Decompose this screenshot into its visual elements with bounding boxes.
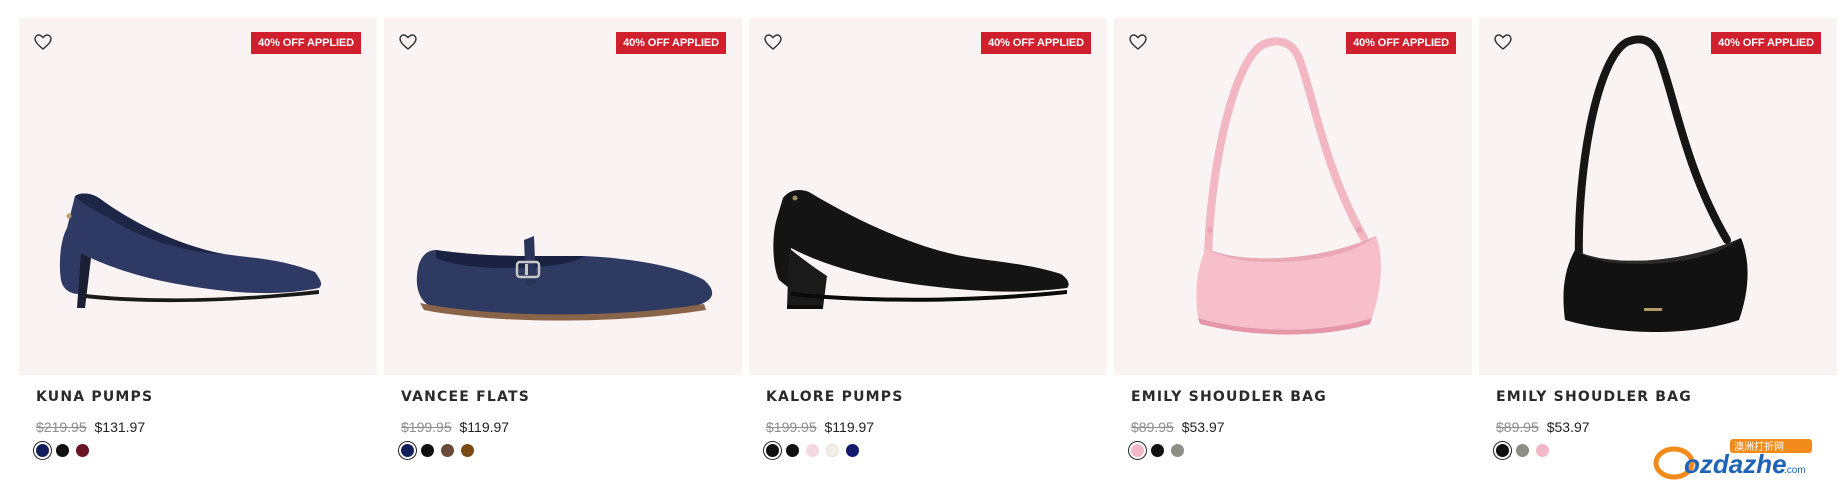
color-swatch[interactable] (421, 444, 434, 457)
wishlist-heart-icon[interactable] (1128, 32, 1148, 52)
color-swatch[interactable] (1496, 444, 1509, 457)
sale-price: $53.97 (1181, 419, 1225, 435)
color-swatch[interactable] (441, 444, 454, 457)
color-swatch[interactable] (36, 444, 49, 457)
color-swatch[interactable] (786, 444, 799, 457)
svg-text:澳洲打折网: 澳洲打折网 (1734, 440, 1784, 453)
original-price: $199.95 (766, 419, 817, 435)
color-swatches (1131, 444, 1472, 457)
color-swatch[interactable] (1516, 444, 1529, 457)
product-name[interactable]: EMILY SHOUDLER BAG (1131, 389, 1327, 405)
color-swatch[interactable] (56, 444, 69, 457)
color-swatch[interactable] (826, 444, 839, 457)
wishlist-heart-icon[interactable] (33, 32, 53, 52)
discount-badge: 40% OFF APPLIED (981, 32, 1091, 54)
color-swatch[interactable] (401, 444, 414, 457)
color-swatch[interactable] (846, 444, 859, 457)
product-name[interactable]: VANCEE FLATS (401, 389, 530, 405)
product-media[interactable]: 40% OFF APPLIED (1114, 18, 1472, 375)
product-name[interactable]: KUNA PUMPS (36, 389, 153, 405)
pink-shoulder-bag-image[interactable] (1114, 18, 1472, 375)
black-block-heel-pump-image[interactable] (749, 18, 1107, 375)
color-swatch[interactable] (1171, 444, 1184, 457)
product-card[interactable]: 40% OFF APPLIED KALORE PUMPS $199.95 $11… (749, 18, 1107, 457)
sale-price: $119.97 (459, 419, 510, 435)
product-media[interactable]: 40% OFF APPLIED (19, 18, 377, 375)
navy-mary-jane-flat-image[interactable] (384, 18, 742, 375)
discount-badge: 40% OFF APPLIED (1711, 32, 1821, 54)
product-prices: $219.95 $131.97 (36, 419, 377, 435)
color-swatches (766, 444, 1107, 457)
sale-price: $119.97 (824, 419, 875, 435)
color-swatch[interactable] (1131, 444, 1144, 457)
svg-text:.com: .com (1784, 465, 1806, 476)
discount-badge: 40% OFF APPLIED (251, 32, 361, 54)
product-card[interactable]: 40% OFF APPLIED EMILY SHOUDLER BAG $89.9… (1114, 18, 1472, 457)
navy-suede-pump-image[interactable] (19, 18, 377, 375)
color-swatches (401, 444, 742, 457)
product-media[interactable]: 40% OFF APPLIED (384, 18, 742, 375)
sale-price: $131.97 (94, 419, 146, 435)
sale-price: $53.97 (1546, 419, 1590, 435)
product-media[interactable]: 40% OFF APPLIED (1479, 18, 1837, 375)
discount-badge: 40% OFF APPLIED (1346, 32, 1456, 54)
color-swatch[interactable] (461, 444, 474, 457)
product-prices: $89.95 $53.97 (1496, 419, 1837, 435)
color-swatch[interactable] (76, 444, 89, 457)
product-card[interactable]: 40% OFF APPLIED EMILY SHOUDLER BAG $89.9… (1479, 18, 1837, 457)
product-prices: $199.95 $119.97 (766, 419, 1107, 435)
product-name[interactable]: EMILY SHOUDLER BAG (1496, 389, 1692, 405)
wishlist-heart-icon[interactable] (763, 32, 783, 52)
color-swatch[interactable] (1536, 444, 1549, 457)
original-price: $89.95 (1496, 419, 1539, 435)
original-price: $219.95 (36, 419, 87, 435)
product-prices: $199.95 $119.97 (401, 419, 742, 435)
discount-badge: 40% OFF APPLIED (616, 32, 726, 54)
product-grid: 40% OFF APPLIED KUNA PUMPS $219.95 $131.… (19, 18, 1840, 457)
svg-text:ozdazhe: ozdazhe (1684, 449, 1787, 479)
color-swatch[interactable] (1151, 444, 1164, 457)
wishlist-heart-icon[interactable] (398, 32, 418, 52)
color-swatches (36, 444, 377, 457)
original-price: $199.95 (401, 419, 452, 435)
color-swatch[interactable] (806, 444, 819, 457)
product-prices: $89.95 $53.97 (1131, 419, 1472, 435)
product-card[interactable]: 40% OFF APPLIED KUNA PUMPS $219.95 $131.… (19, 18, 377, 457)
color-swatch[interactable] (766, 444, 779, 457)
wishlist-heart-icon[interactable] (1493, 32, 1513, 52)
product-card[interactable]: 40% OFF APPLIED VANCEE FLATS $199.95 $11… (384, 18, 742, 457)
ozdazhe-watermark-logo: ozdazhe .com 澳洲打折网 (1653, 439, 1812, 480)
product-media[interactable]: 40% OFF APPLIED (749, 18, 1107, 375)
original-price: $89.95 (1131, 419, 1174, 435)
black-shoulder-bag-image[interactable] (1479, 18, 1837, 375)
product-name[interactable]: KALORE PUMPS (766, 389, 904, 405)
